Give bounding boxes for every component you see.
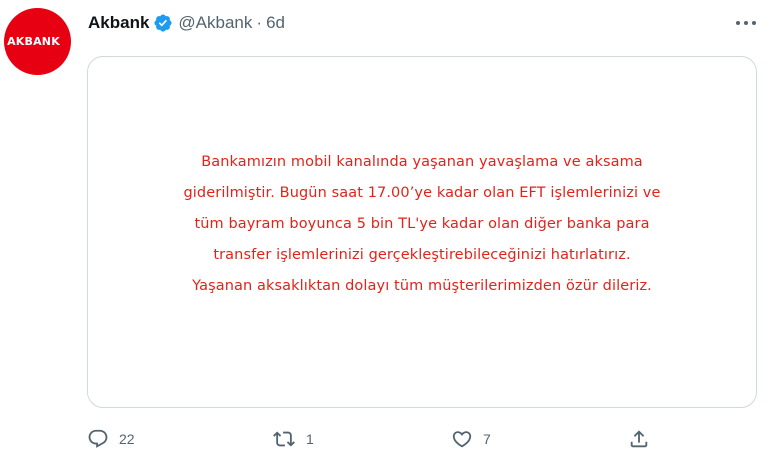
- avatar[interactable]: AKBANK: [4, 8, 71, 75]
- share-button[interactable]: [628, 426, 650, 452]
- display-name[interactable]: Akbank: [88, 13, 149, 33]
- like-button[interactable]: 7: [451, 426, 491, 452]
- announcement-line: Yaşanan aksaklıktan dolayı tüm müşterile…: [192, 277, 652, 294]
- announcement-text: Bankamızın mobil kanalında yaşanan yavaş…: [117, 147, 727, 302]
- more-options-icon[interactable]: [733, 12, 759, 34]
- reply-icon: [87, 428, 109, 450]
- retweet-count: 1: [306, 431, 314, 447]
- avatar-logo-text: AKBANK: [7, 35, 60, 48]
- tweet-image-card[interactable]: Bankamızın mobil kanalında yaşanan yavaş…: [87, 56, 757, 408]
- announcement-line: tüm bayram boyunca 5 bin TL'ye kadar ola…: [194, 215, 650, 232]
- user-handle[interactable]: @Akbank: [178, 13, 252, 33]
- retweet-icon: [272, 428, 296, 450]
- tweet-actions: 22 1 7: [0, 426, 770, 452]
- share-icon: [628, 428, 650, 450]
- tweet-header: Akbank @Akbank · 6d: [88, 11, 285, 35]
- reply-button[interactable]: 22: [87, 426, 135, 452]
- verified-badge-icon: [153, 13, 173, 33]
- announcement-line: giderilmiştir. Bugün saat 17.00’ye kadar…: [183, 184, 661, 201]
- tweet-timestamp[interactable]: 6d: [266, 13, 285, 33]
- announcement-line: transfer işlemlerinizi gerçekleştirebile…: [213, 246, 631, 263]
- separator-dot: ·: [256, 13, 263, 32]
- like-count: 7: [483, 431, 491, 447]
- reply-count: 22: [119, 431, 135, 447]
- announcement-line: Bankamızın mobil kanalında yaşanan yavaş…: [201, 153, 643, 170]
- like-icon: [451, 428, 473, 450]
- retweet-button[interactable]: 1: [272, 426, 314, 452]
